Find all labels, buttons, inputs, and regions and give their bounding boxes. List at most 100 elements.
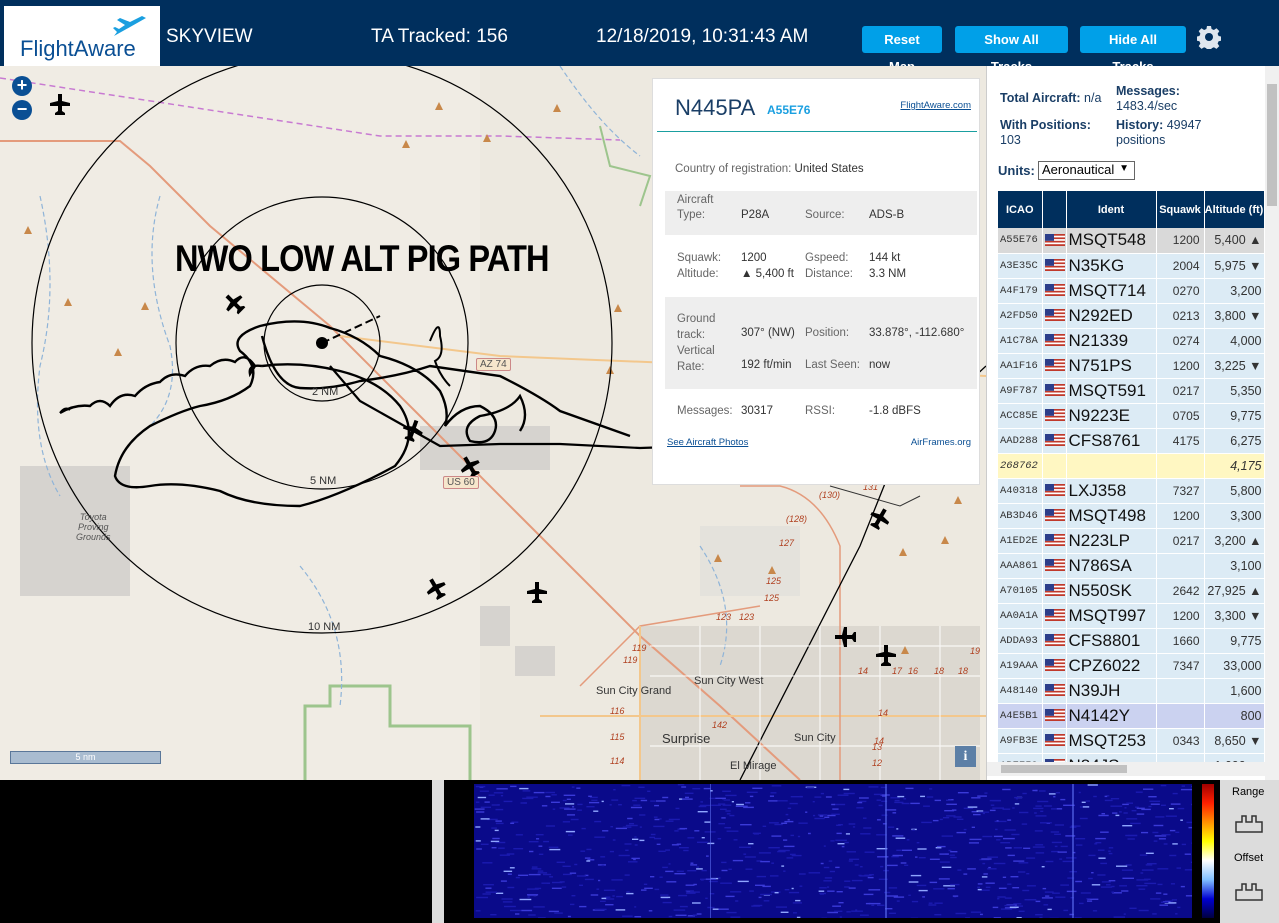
aircraft-squawk-cell: 1200 (1156, 228, 1205, 254)
aircraft-flag-cell (1042, 328, 1067, 354)
panel-horizontal-scrollbar[interactable] (987, 762, 1265, 776)
waterfall-noise (479, 790, 489, 792)
show-all-tracks-button[interactable]: Show All Tracks (955, 26, 1068, 74)
waterfall-noise (552, 808, 556, 810)
waterfall-noise (939, 861, 950, 863)
waterfall-noise (1014, 803, 1020, 805)
gear-icon[interactable] (1197, 25, 1221, 49)
color-scale-bar (1202, 784, 1214, 918)
table-row[interactable]: ADDA93 CFS8801 1660 9,775 (998, 628, 1264, 654)
waterfall-noise (1055, 896, 1066, 898)
table-row[interactable]: A4E5B1 N4142Y 800 (998, 703, 1264, 729)
waterfall-noise (1171, 899, 1177, 901)
waterfall-noise (610, 826, 613, 828)
waterfall-noise (998, 887, 1007, 889)
waterfall-noise (519, 787, 529, 790)
waterfall-noise (475, 801, 480, 803)
waterfall-noise (857, 801, 863, 804)
waterfall-noise (622, 915, 633, 917)
flightaware-link[interactable]: FlightAware.com (900, 100, 971, 111)
waterfall-noise (781, 822, 788, 824)
table-row[interactable]: A70105 N550SK 2642 27,925 ▲ (998, 578, 1264, 604)
waterfall-noise (687, 837, 695, 839)
column-header-altitude[interactable]: Altitude (ft) (1204, 191, 1264, 228)
table-row[interactable]: A1C78A N21339 0274 4,000 (998, 328, 1264, 354)
aircraft-ident-cell: N550SK (1066, 578, 1157, 604)
table-row[interactable]: A1ED2E N223LP 0217 3,200 ▲ (998, 528, 1264, 554)
aircraft-flag-cell (1042, 453, 1067, 479)
aircraft-ident-cell: N751PS (1066, 353, 1157, 379)
waterfall-noise (700, 879, 704, 881)
table-row[interactable]: A19AAA CPZ6022 7347 33,000 (998, 653, 1264, 679)
waterfall-noise (1121, 869, 1133, 871)
info-icon[interactable]: i (955, 746, 976, 767)
aircraft-photos-link[interactable]: See Aircraft Photos (667, 437, 748, 448)
waterfall-noise (528, 841, 539, 843)
waterfall-noise (668, 818, 680, 821)
waterfall-noise (477, 796, 487, 799)
waterfall-noise (903, 798, 907, 800)
offset-slider-icon[interactable] (1234, 880, 1264, 902)
aircraft-altitude-cell: 3,100 (1204, 553, 1264, 579)
rssi-label: RSSI: (805, 405, 836, 417)
table-row[interactable]: AA0A1A MSQT997 1200 3,300 ▼ (998, 603, 1264, 629)
table-row[interactable]: A48140 N39JH 1,600 (998, 678, 1264, 704)
airframes-link[interactable]: AirFrames.org (911, 437, 971, 448)
waterfall-noise (718, 908, 729, 910)
us-flag-icon (1044, 709, 1065, 722)
us-flag-icon (1044, 384, 1065, 397)
waterfall-noise (791, 887, 794, 890)
waterfall-noise (696, 866, 699, 868)
table-row[interactable]: AAA861 N786SA 3,100 (998, 553, 1264, 579)
column-header-squawk[interactable]: Squawk (1156, 191, 1205, 228)
units-select[interactable]: Aeronautical ▼ (1038, 161, 1135, 180)
table-row[interactable]: A3E35C N35KG 2004 5,975 ▼ (998, 253, 1264, 279)
scrollbar-thumb[interactable] (1001, 765, 1127, 773)
scrollbar-thumb[interactable] (1267, 84, 1277, 206)
table-row[interactable]: A2FD50 N292ED 0213 3,800 ▼ (998, 303, 1264, 329)
waterfall-noise (952, 895, 959, 897)
aircraft-squawk-cell (1156, 678, 1205, 704)
waterfall-noise (823, 866, 830, 869)
panel-vertical-scrollbar[interactable] (1265, 66, 1279, 780)
flightaware-logo[interactable]: FlightAware (4, 6, 160, 66)
table-row[interactable]: A40318 LXJ358 7327 5,800 (998, 478, 1264, 504)
waterfall-noise (1039, 916, 1043, 918)
route-number: 16 (908, 666, 919, 676)
total-aircraft-value: n/a (1084, 91, 1102, 105)
table-row[interactable]: ACC85E N9223E 0705 9,775 (998, 403, 1264, 429)
waterfall-noise (736, 803, 744, 806)
reset-map-button[interactable]: Reset Map (862, 26, 942, 74)
waterfall-noise (616, 895, 623, 898)
column-header-icao[interactable]: ICAO (998, 191, 1043, 228)
table-row[interactable]: A9FB3E MSQT253 0343 8,650 ▼ (998, 728, 1264, 754)
waterfall-noise (482, 862, 493, 864)
table-row[interactable]: AB3D46 MSQT498 1200 3,300 (998, 503, 1264, 529)
aircraft-icao-cell: AB3D46 (998, 503, 1043, 529)
waterfall-noise (856, 807, 864, 809)
aircraft-table-container[interactable]: ICAO Ident Squawk Altitude (ft) A55E76 MS… (998, 191, 1264, 763)
table-row[interactable]: 268762 4,175 (998, 453, 1264, 479)
hide-all-tracks-button[interactable]: Hide All Tracks (1080, 26, 1186, 74)
table-row[interactable]: AAD288 CFS8761 4175 6,275 (998, 428, 1264, 454)
waterfall-noise (615, 827, 627, 830)
waterfall-noise (1057, 851, 1067, 853)
zoom-in-button[interactable]: + (12, 76, 32, 96)
column-header-flag[interactable] (1042, 191, 1067, 228)
aircraft-flag-cell (1042, 628, 1067, 654)
waterfall-noise (1055, 792, 1060, 794)
table-row[interactable]: A4F179 MSQT714 0270 3,200 (998, 278, 1264, 304)
waterfall-noise (837, 843, 845, 845)
zoom-out-button[interactable]: − (12, 100, 32, 120)
table-row[interactable]: A9F787 MSQT591 0217 5,350 (998, 378, 1264, 404)
waterfall-noise (739, 846, 751, 848)
waterfall-noise (969, 838, 982, 841)
waterfall-noise (571, 786, 575, 788)
column-header-ident[interactable]: Ident (1066, 191, 1157, 228)
table-row[interactable]: AA1F16 N751PS 1200 3,225 ▼ (998, 353, 1264, 379)
waterfall-noise (502, 901, 513, 903)
table-row[interactable]: A55E76 MSQT548 1200 5,400 ▲ (998, 228, 1264, 254)
waterfall-noise (977, 888, 982, 891)
waterfall-noise (1004, 829, 1016, 831)
range-slider-icon[interactable] (1234, 812, 1264, 834)
